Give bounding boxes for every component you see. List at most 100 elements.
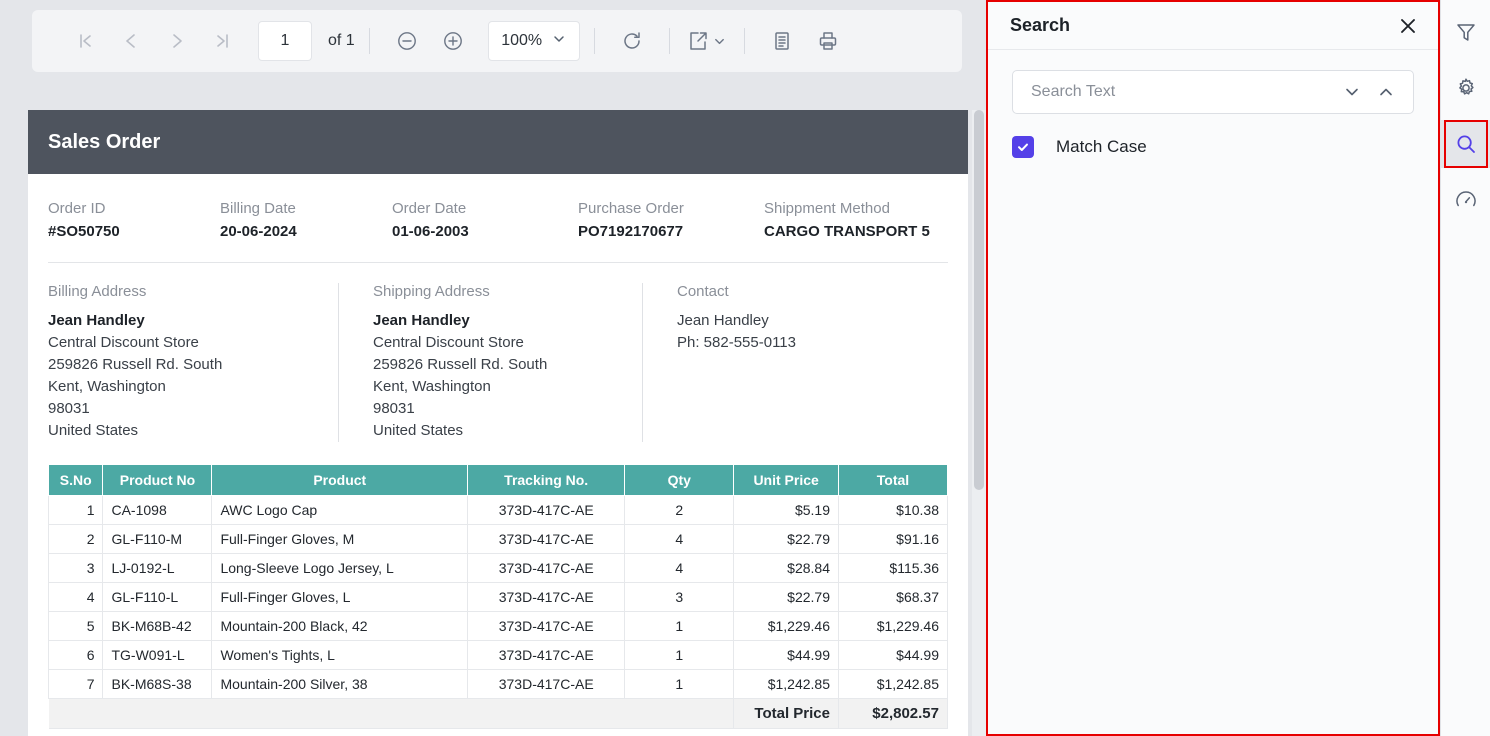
zoom-in-icon[interactable]	[430, 21, 476, 61]
search-field[interactable]	[1012, 70, 1414, 114]
cell-tracking: 373D-417C-AE	[468, 670, 625, 699]
cell-product: Full-Finger Gloves, M	[212, 525, 468, 554]
previous-page-icon[interactable]	[108, 21, 154, 61]
table-row: 5 BK-M68B-42 Mountain-200 Black, 42 373D…	[49, 612, 948, 641]
billing-address-line: Central Discount Store	[48, 332, 310, 354]
meta-billing-date: Billing Date 20-06-2024	[220, 200, 392, 240]
cell-qty: 4	[625, 554, 734, 583]
contact-phone: Ph: 582-555-0113	[677, 332, 796, 354]
cell-sno: 4	[49, 583, 103, 612]
zoom-level-value: 100%	[501, 32, 542, 50]
cell-total: $91.16	[839, 525, 948, 554]
viewer-toolbar: 1 of 1 100%	[32, 10, 962, 72]
cell-qty: 1	[625, 670, 734, 699]
shipping-address-line: Kent, Washington	[373, 376, 614, 398]
column-header-qty: Qty	[625, 465, 734, 496]
page-title: Sales Order	[48, 131, 160, 154]
cell-product-no: BK-M68B-42	[103, 612, 212, 641]
meta-value: 20-06-2024	[220, 223, 392, 240]
gauge-icon[interactable]	[1441, 176, 1490, 224]
billing-address-line: Kent, Washington	[48, 376, 310, 398]
table-row: 7 BK-M68S-38 Mountain-200 Silver, 38 373…	[49, 670, 948, 699]
meta-value: 01-06-2003	[392, 223, 578, 240]
toolbar-divider	[369, 28, 370, 54]
cell-product: AWC Logo Cap	[212, 496, 468, 525]
print-icon[interactable]	[805, 21, 851, 61]
cell-unit-price: $22.79	[734, 583, 839, 612]
match-case-checkbox[interactable]	[1012, 136, 1034, 158]
contact-heading: Contact	[677, 283, 796, 300]
cell-sno: 5	[49, 612, 103, 641]
cell-product-no: GL-F110-M	[103, 525, 212, 554]
scrollbar-thumb[interactable]	[974, 110, 984, 490]
next-page-icon[interactable]	[154, 21, 200, 61]
shipping-address-line: 98031	[373, 398, 614, 420]
cell-sno: 3	[49, 554, 103, 583]
search-panel-header: Search	[988, 2, 1438, 50]
cell-total: $1,242.85	[839, 670, 948, 699]
match-case-row[interactable]: Match Case	[1012, 136, 1414, 158]
last-page-icon[interactable]	[200, 21, 246, 61]
meta-label: Purchase Order	[578, 200, 764, 217]
export-icon	[687, 30, 709, 52]
chevron-down-icon[interactable]	[1335, 75, 1369, 109]
cell-qty: 4	[625, 525, 734, 554]
shipping-address-name: Jean Handley	[373, 310, 614, 332]
table-row: 4 GL-F110-L Full-Finger Gloves, L 373D-4…	[49, 583, 948, 612]
gear-icon[interactable]	[1441, 64, 1490, 112]
meta-label: Order ID	[48, 200, 220, 217]
shipping-address-line: Central Discount Store	[373, 332, 614, 354]
billing-address-line: 98031	[48, 398, 310, 420]
line-items-body: 1 CA-1098 AWC Logo Cap 373D-417C-AE 2 $5…	[49, 496, 948, 729]
column-header-sno: S.No	[49, 465, 103, 496]
meta-value: #SO50750	[48, 223, 220, 240]
cell-tracking: 373D-417C-AE	[468, 525, 625, 554]
cell-unit-price: $44.99	[734, 641, 839, 670]
close-icon[interactable]	[1394, 12, 1422, 40]
cell-qty: 3	[625, 583, 734, 612]
meta-order-date: Order Date 01-06-2003	[392, 200, 578, 240]
meta-value: PO7192170677	[578, 223, 764, 240]
cell-tracking: 373D-417C-AE	[468, 554, 625, 583]
meta-label: Shippment Method	[764, 200, 930, 217]
billing-address-heading: Billing Address	[48, 283, 310, 300]
billing-address-line: United States	[48, 420, 310, 442]
refresh-icon[interactable]	[609, 21, 655, 61]
shipping-address-line: United States	[373, 420, 614, 442]
page-setup-icon[interactable]	[759, 21, 805, 61]
column-header-product-no: Product No	[103, 465, 212, 496]
zoom-out-icon[interactable]	[384, 21, 430, 61]
cell-sno: 7	[49, 670, 103, 699]
billing-address-block: Billing Address Jean Handley Central Dis…	[48, 283, 338, 442]
cell-product: Women's Tights, L	[212, 641, 468, 670]
page-number-input[interactable]: 1	[258, 21, 312, 61]
table-row: 1 CA-1098 AWC Logo Cap 373D-417C-AE 2 $5…	[49, 496, 948, 525]
cell-product-no: LJ-0192-L	[103, 554, 212, 583]
page-count-label: of 1	[328, 32, 355, 50]
meta-label: Order Date	[392, 200, 578, 217]
cell-product: Mountain-200 Black, 42	[212, 612, 468, 641]
search-panel-body: Match Case	[988, 50, 1438, 158]
chevron-down-icon	[713, 35, 726, 48]
meta-value: CARGO TRANSPORT 5	[764, 223, 930, 240]
export-button[interactable]	[684, 21, 730, 61]
cell-sno: 2	[49, 525, 103, 554]
document-vertical-scrollbar[interactable]	[972, 110, 986, 736]
order-meta-row: Order ID #SO50750 Billing Date 20-06-202…	[28, 174, 968, 240]
document-page: Sales Order Order ID #SO50750 Billing Da…	[28, 110, 968, 736]
filter-icon[interactable]	[1441, 8, 1490, 56]
toolbar-divider	[744, 28, 745, 54]
cell-product-no: GL-F110-L	[103, 583, 212, 612]
first-page-icon[interactable]	[62, 21, 108, 61]
shipping-address-line: 259826 Russell Rd. South	[373, 354, 614, 376]
document-title-bar: Sales Order	[28, 110, 968, 174]
zoom-level-select[interactable]: 100%	[488, 21, 580, 61]
meta-shipment-method: Shippment Method CARGO TRANSPORT 5	[764, 200, 930, 240]
column-header-tracking: Tracking No.	[468, 465, 625, 496]
sidebar-item-search[interactable]	[1441, 120, 1490, 168]
table-row: 6 TG-W091-L Women's Tights, L 373D-417C-…	[49, 641, 948, 670]
chevron-up-icon[interactable]	[1369, 75, 1403, 109]
total-row: Total Price $2,802.57	[49, 699, 948, 729]
search-input[interactable]	[1029, 82, 1335, 102]
search-panel-title: Search	[1010, 15, 1070, 36]
